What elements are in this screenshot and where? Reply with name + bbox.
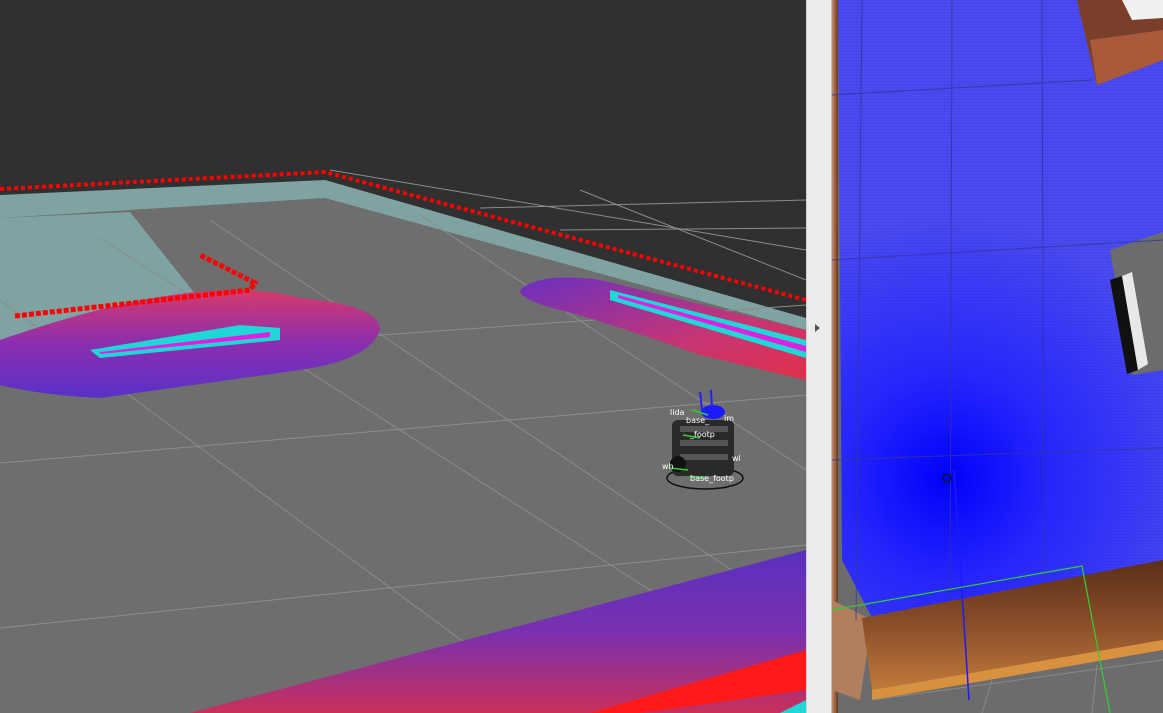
- rviz-scene: lida im base_ _footp wl wh base_footp: [0, 169, 806, 713]
- gazebo-scene: [832, 0, 1163, 713]
- collapse-arrow-icon[interactable]: [815, 324, 820, 332]
- frame-label: base_footp: [690, 474, 734, 483]
- frame-label: _footp: [689, 430, 715, 439]
- frame-label: wl: [732, 454, 741, 463]
- rviz-3d-viewport[interactable]: lida im base_ _footp wl wh base_footp: [0, 0, 806, 713]
- gazebo-3d-viewport[interactable]: [832, 0, 1163, 713]
- frame-label: lida: [670, 408, 685, 417]
- frame-label: im: [724, 414, 734, 423]
- frame-label: wh: [662, 462, 674, 471]
- view-splitter[interactable]: [806, 0, 832, 713]
- frame-label: base_: [686, 416, 710, 425]
